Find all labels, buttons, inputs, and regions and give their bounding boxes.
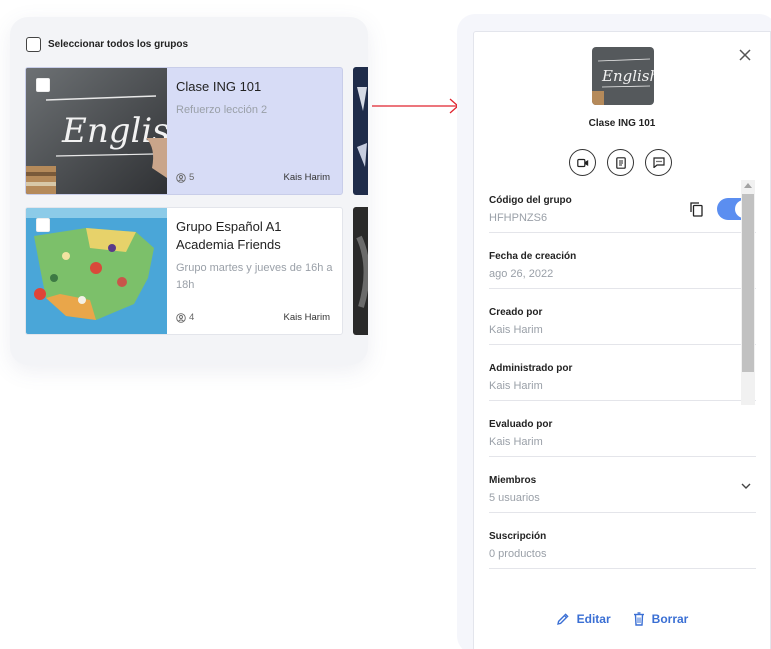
subscription-label: Suscripción [489, 531, 547, 542]
edit-label: Editar [576, 612, 611, 626]
member-count: 4 [176, 312, 194, 323]
thumbnail-text: English [601, 67, 654, 85]
group-card-subtitle: Refuerzo lección 2 [176, 104, 268, 116]
transition-arrow-icon [372, 98, 459, 114]
created-by-label: Creado por [489, 307, 543, 318]
group-card-subtitle: Grupo martes y jueves de 16h a 18h [176, 262, 333, 291]
group-card-title: Clase ING 101 [176, 79, 262, 94]
subscription-row: Suscripción 0 productos [489, 513, 756, 569]
member-count: 5 [176, 172, 194, 183]
group-card-footer: 5 Kais Harim [176, 172, 330, 183]
evaluated-by-label: Evaluado por [489, 419, 553, 430]
pencil-icon [556, 613, 569, 625]
detail-group-name: Clase ING 101 [588, 118, 656, 129]
group-owner: Kais Harim [283, 312, 330, 323]
member-count-value: 4 [189, 312, 195, 323]
creation-date-value: ago 26, 2022 [489, 268, 554, 280]
next-card-image [353, 67, 368, 195]
group-card-footer: 4 Kais Harim [176, 312, 330, 323]
member-icon [176, 172, 186, 183]
detail-footer-actions: Editar Borrar [474, 612, 770, 626]
select-all-label: Seleccionar todos los grupos [48, 39, 189, 50]
chevron-down-icon[interactable] [741, 483, 751, 490]
chat-icon [652, 157, 665, 168]
next-card-peek[interactable] [353, 67, 368, 195]
detail-actions [569, 149, 672, 176]
managed-by-value: Kais Harim [489, 380, 543, 392]
next-card-peek[interactable] [353, 207, 368, 335]
group-thumbnail: English [592, 47, 654, 105]
next-card-image [353, 207, 368, 335]
video-icon [576, 158, 588, 167]
groups-list-panel: Seleccionar todos los grupos English [10, 17, 368, 365]
group-code-value: HFHPNZS6 [489, 212, 548, 224]
assignment-icon [615, 156, 626, 169]
group-card-checkbox[interactable] [36, 78, 50, 92]
group-card-body: Clase ING 101 Refuerzo lección 2 5 Kais … [167, 68, 342, 194]
select-all-row[interactable]: Seleccionar todos los grupos [26, 37, 188, 52]
evaluated-by-row: Evaluado por Kais Harim [489, 401, 756, 457]
delete-button[interactable]: Borrar [633, 612, 689, 626]
group-card-checkbox[interactable] [36, 218, 50, 232]
managed-by-label: Administrado por [489, 363, 573, 374]
members-value: 5 usuarios [489, 492, 540, 504]
member-icon [176, 312, 186, 323]
group-card-body: Grupo Español A1 Academia Friends Grupo … [167, 208, 342, 334]
chat-button[interactable] [645, 149, 672, 176]
evaluated-by-value: Kais Harim [489, 436, 543, 448]
group-code-label: Código del grupo [489, 195, 572, 206]
managed-by-row: Administrado por Kais Harim [489, 345, 756, 401]
detail-info-list[interactable]: Código del grupo HFHPNZS6 Fecha de creac… [474, 177, 757, 637]
group-card-image: English [26, 68, 167, 194]
member-count-value: 5 [189, 172, 195, 183]
members-row[interactable]: Miembros 5 usuarios [489, 457, 756, 513]
group-card-image [26, 208, 167, 334]
assignment-button[interactable] [607, 149, 634, 176]
created-by-value: Kais Harim [489, 324, 543, 336]
group-detail-panel: English Clase ING 101 Código del grupo H… [473, 31, 771, 649]
scroll-up-arrow-icon[interactable] [744, 183, 752, 188]
group-owner: Kais Harim [283, 172, 330, 183]
group-card-title: Grupo Español A1 Academia Friends [176, 219, 282, 252]
delete-label: Borrar [651, 612, 689, 626]
select-all-checkbox[interactable] [26, 37, 41, 52]
close-icon[interactable] [738, 48, 752, 62]
group-card-clase-ing-101[interactable]: English Clase ING 101 Refuerzo lección 2… [25, 67, 343, 195]
subscription-value: 0 productos [489, 548, 547, 560]
screen: Seleccionar todos los grupos English [0, 0, 771, 649]
video-call-button[interactable] [569, 149, 596, 176]
created-by-row: Creado por Kais Harim [489, 289, 756, 345]
detail-scrollbar[interactable] [741, 180, 755, 405]
group-card-espanol-a1[interactable]: Grupo Español A1 Academia Friends Grupo … [25, 207, 343, 335]
members-label: Miembros [489, 475, 537, 486]
creation-date-label: Fecha de creación [489, 251, 577, 262]
chalkboard-english-thumbnail: English [592, 47, 654, 105]
edit-button[interactable]: Editar [556, 612, 611, 626]
trash-icon [633, 612, 644, 626]
group-code-row: Código del grupo HFHPNZS6 [489, 177, 756, 233]
copy-icon[interactable] [690, 202, 703, 217]
scrollbar-thumb[interactable] [742, 194, 754, 372]
creation-date-row: Fecha de creación ago 26, 2022 [489, 233, 756, 289]
